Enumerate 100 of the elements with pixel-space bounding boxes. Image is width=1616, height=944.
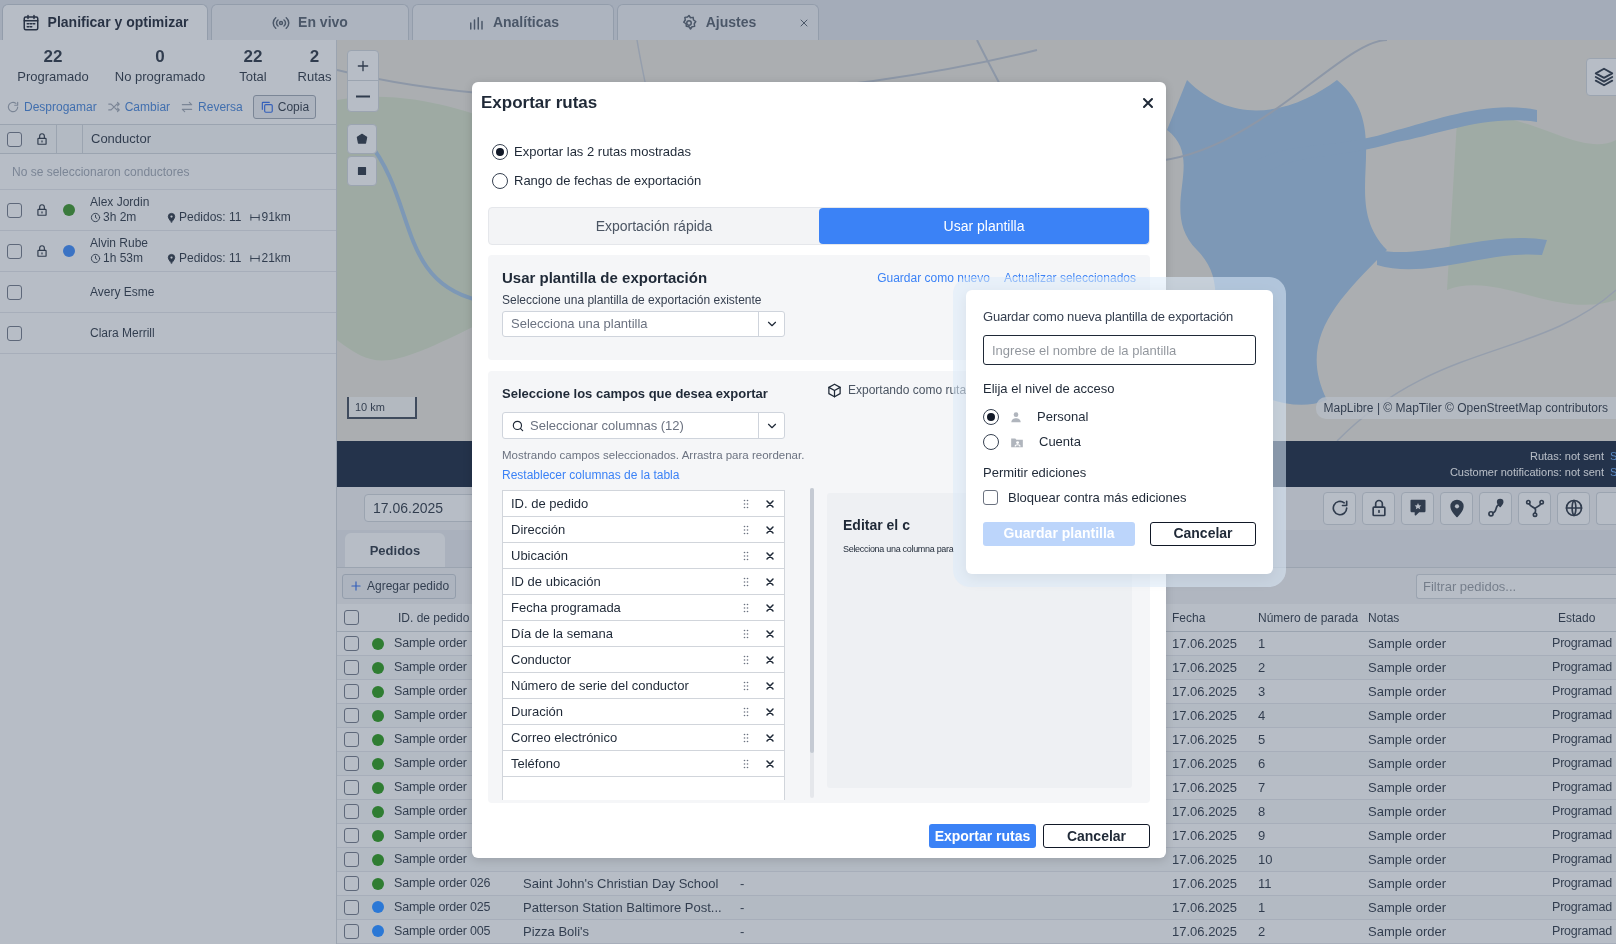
tab[interactable]: En vivo: [211, 4, 409, 40]
copy-button[interactable]: Copia: [252, 95, 317, 119]
radio-button[interactable]: [983, 408, 999, 425]
swap-icon: [180, 100, 195, 114]
checkbox[interactable]: [343, 732, 359, 748]
checkbox[interactable]: [343, 684, 359, 700]
table-cell-text: Sample order: [1367, 778, 1448, 797]
checkbox[interactable]: [343, 636, 359, 652]
column-header: Número de parada: [1257, 609, 1360, 627]
checkbox[interactable]: [343, 852, 359, 868]
checkbox[interactable]: [343, 610, 359, 626]
dialog-title: Exportar rutas: [481, 92, 598, 115]
remove-icon[interactable]: [764, 601, 776, 614]
remove-icon[interactable]: [764, 679, 776, 692]
checkbox[interactable]: [343, 876, 359, 891]
add-order-button[interactable]: Agregar pedido: [342, 573, 457, 599]
checkbox[interactable]: [343, 756, 359, 772]
draw-rectangle-button[interactable]: [347, 156, 377, 186]
status-link[interactable]: S: [1610, 447, 1616, 464]
remove-icon[interactable]: [764, 705, 776, 718]
checkbox[interactable]: [6, 243, 22, 259]
lock-icon[interactable]: [35, 244, 49, 258]
driver-orders: Pedidos: 11: [179, 251, 242, 266]
checkbox[interactable]: [343, 708, 359, 724]
radio-button[interactable]: [983, 433, 999, 450]
toolbar-button[interactable]: [1479, 491, 1512, 525]
cancel-button[interactable]: Cancelar: [1043, 824, 1150, 848]
template-select[interactable]: Selecciona una plantilla: [502, 311, 785, 337]
scrollbar[interactable]: [810, 488, 814, 798]
layers-icon: [1593, 66, 1615, 88]
table-cell-text: Programad: [1551, 827, 1614, 845]
template-name-field[interactable]: Ingrese el nombre de la plantilla: [983, 335, 1256, 365]
stat-value: 2: [309, 46, 320, 68]
radio-button[interactable]: [492, 172, 508, 189]
tab[interactable]: Planificar y optimizar: [2, 4, 208, 40]
checkbox[interactable]: [983, 490, 998, 506]
checkbox[interactable]: [6, 202, 22, 218]
radio-button[interactable]: [492, 143, 508, 160]
segment-tab[interactable]: Usar plantilla: [819, 208, 1149, 244]
table-cell-text: Sample order: [1367, 754, 1448, 773]
toolbar-button[interactable]: [1362, 491, 1395, 525]
tab[interactable]: Ajustes: [617, 4, 819, 40]
route-icon: [1485, 498, 1506, 519]
table-cell-text: 17.06.2025: [1171, 826, 1239, 845]
section-label: Elija el nivel de acceso: [983, 380, 1116, 398]
checkbox[interactable]: [343, 828, 359, 844]
column-select[interactable]: Seleccionar columnas (12): [502, 412, 785, 439]
link[interactable]: Guardar como nuevo: [877, 269, 990, 287]
clock-icon: [90, 212, 101, 223]
distance-icon: [247, 253, 262, 264]
clock-icon: [90, 253, 101, 264]
section-heading: Editar el c: [843, 516, 910, 535]
driver-distance: 21km: [261, 251, 291, 266]
toolbar-button[interactable]: [1518, 491, 1551, 525]
remove-icon[interactable]: [764, 575, 776, 588]
segment-tab[interactable]: Exportación rápida: [489, 208, 819, 244]
checkbox[interactable]: [343, 923, 359, 939]
checkbox[interactable]: [6, 131, 22, 147]
layers-button[interactable]: [1586, 58, 1616, 96]
remove-icon[interactable]: [764, 497, 776, 510]
checkbox[interactable]: [343, 780, 359, 796]
cancel-button[interactable]: Cancelar: [1150, 521, 1256, 546]
table-cell-text: 17.06.2025: [1171, 922, 1239, 941]
toolbar-button[interactable]: [1323, 491, 1356, 525]
checkbox[interactable]: [6, 325, 22, 341]
remove-icon[interactable]: [764, 653, 776, 666]
tab[interactable]: Pedidos: [345, 533, 445, 568]
checkbox[interactable]: [6, 284, 22, 300]
remove-icon[interactable]: [764, 549, 776, 562]
action-link[interactable]: Reversa: [180, 98, 243, 116]
remove-icon[interactable]: [764, 731, 776, 744]
checkbox[interactable]: [343, 804, 359, 820]
calendar-icon: [21, 13, 40, 32]
export-button[interactable]: Exportar rutas: [929, 824, 1036, 848]
lock-icon[interactable]: [35, 132, 49, 146]
remove-icon[interactable]: [764, 627, 776, 640]
tab[interactable]: Analíticas: [412, 4, 614, 40]
draw-polygon-button[interactable]: [347, 124, 377, 154]
toolbar-button[interactable]: [1440, 491, 1473, 525]
lock-icon[interactable]: [35, 203, 49, 217]
remove-icon[interactable]: [764, 523, 776, 536]
toolbar-button[interactable]: [1401, 491, 1434, 525]
table-cell-text: Programad: [1551, 707, 1614, 725]
checkbox[interactable]: [343, 660, 359, 676]
link[interactable]: Restablecer columnas de la tabla: [502, 467, 680, 483]
action-link[interactable]: Desprogamar: [6, 98, 97, 116]
filter-field[interactable]: Filtrar pedidos...: [1416, 573, 1616, 599]
polygon-icon: [355, 132, 369, 146]
remove-icon[interactable]: [764, 757, 776, 770]
table-cell-text: 2: [1257, 659, 1267, 678]
table-cell-text: 1: [1257, 898, 1267, 917]
status-link[interactable]: S: [1610, 463, 1616, 480]
checkbox-label: Bloquear contra más ediciones: [1008, 489, 1187, 507]
checkbox[interactable]: [343, 899, 359, 915]
table-cell-text: Sample order: [1367, 802, 1448, 821]
table-cell-text: Sample order: [1367, 898, 1448, 917]
toolbar-button[interactable]: [1557, 491, 1590, 525]
action-link[interactable]: Cambiar: [106, 98, 171, 116]
table-cell-text: Sample order: [393, 707, 468, 725]
table-cell-text: Sample order 026: [393, 875, 492, 893]
